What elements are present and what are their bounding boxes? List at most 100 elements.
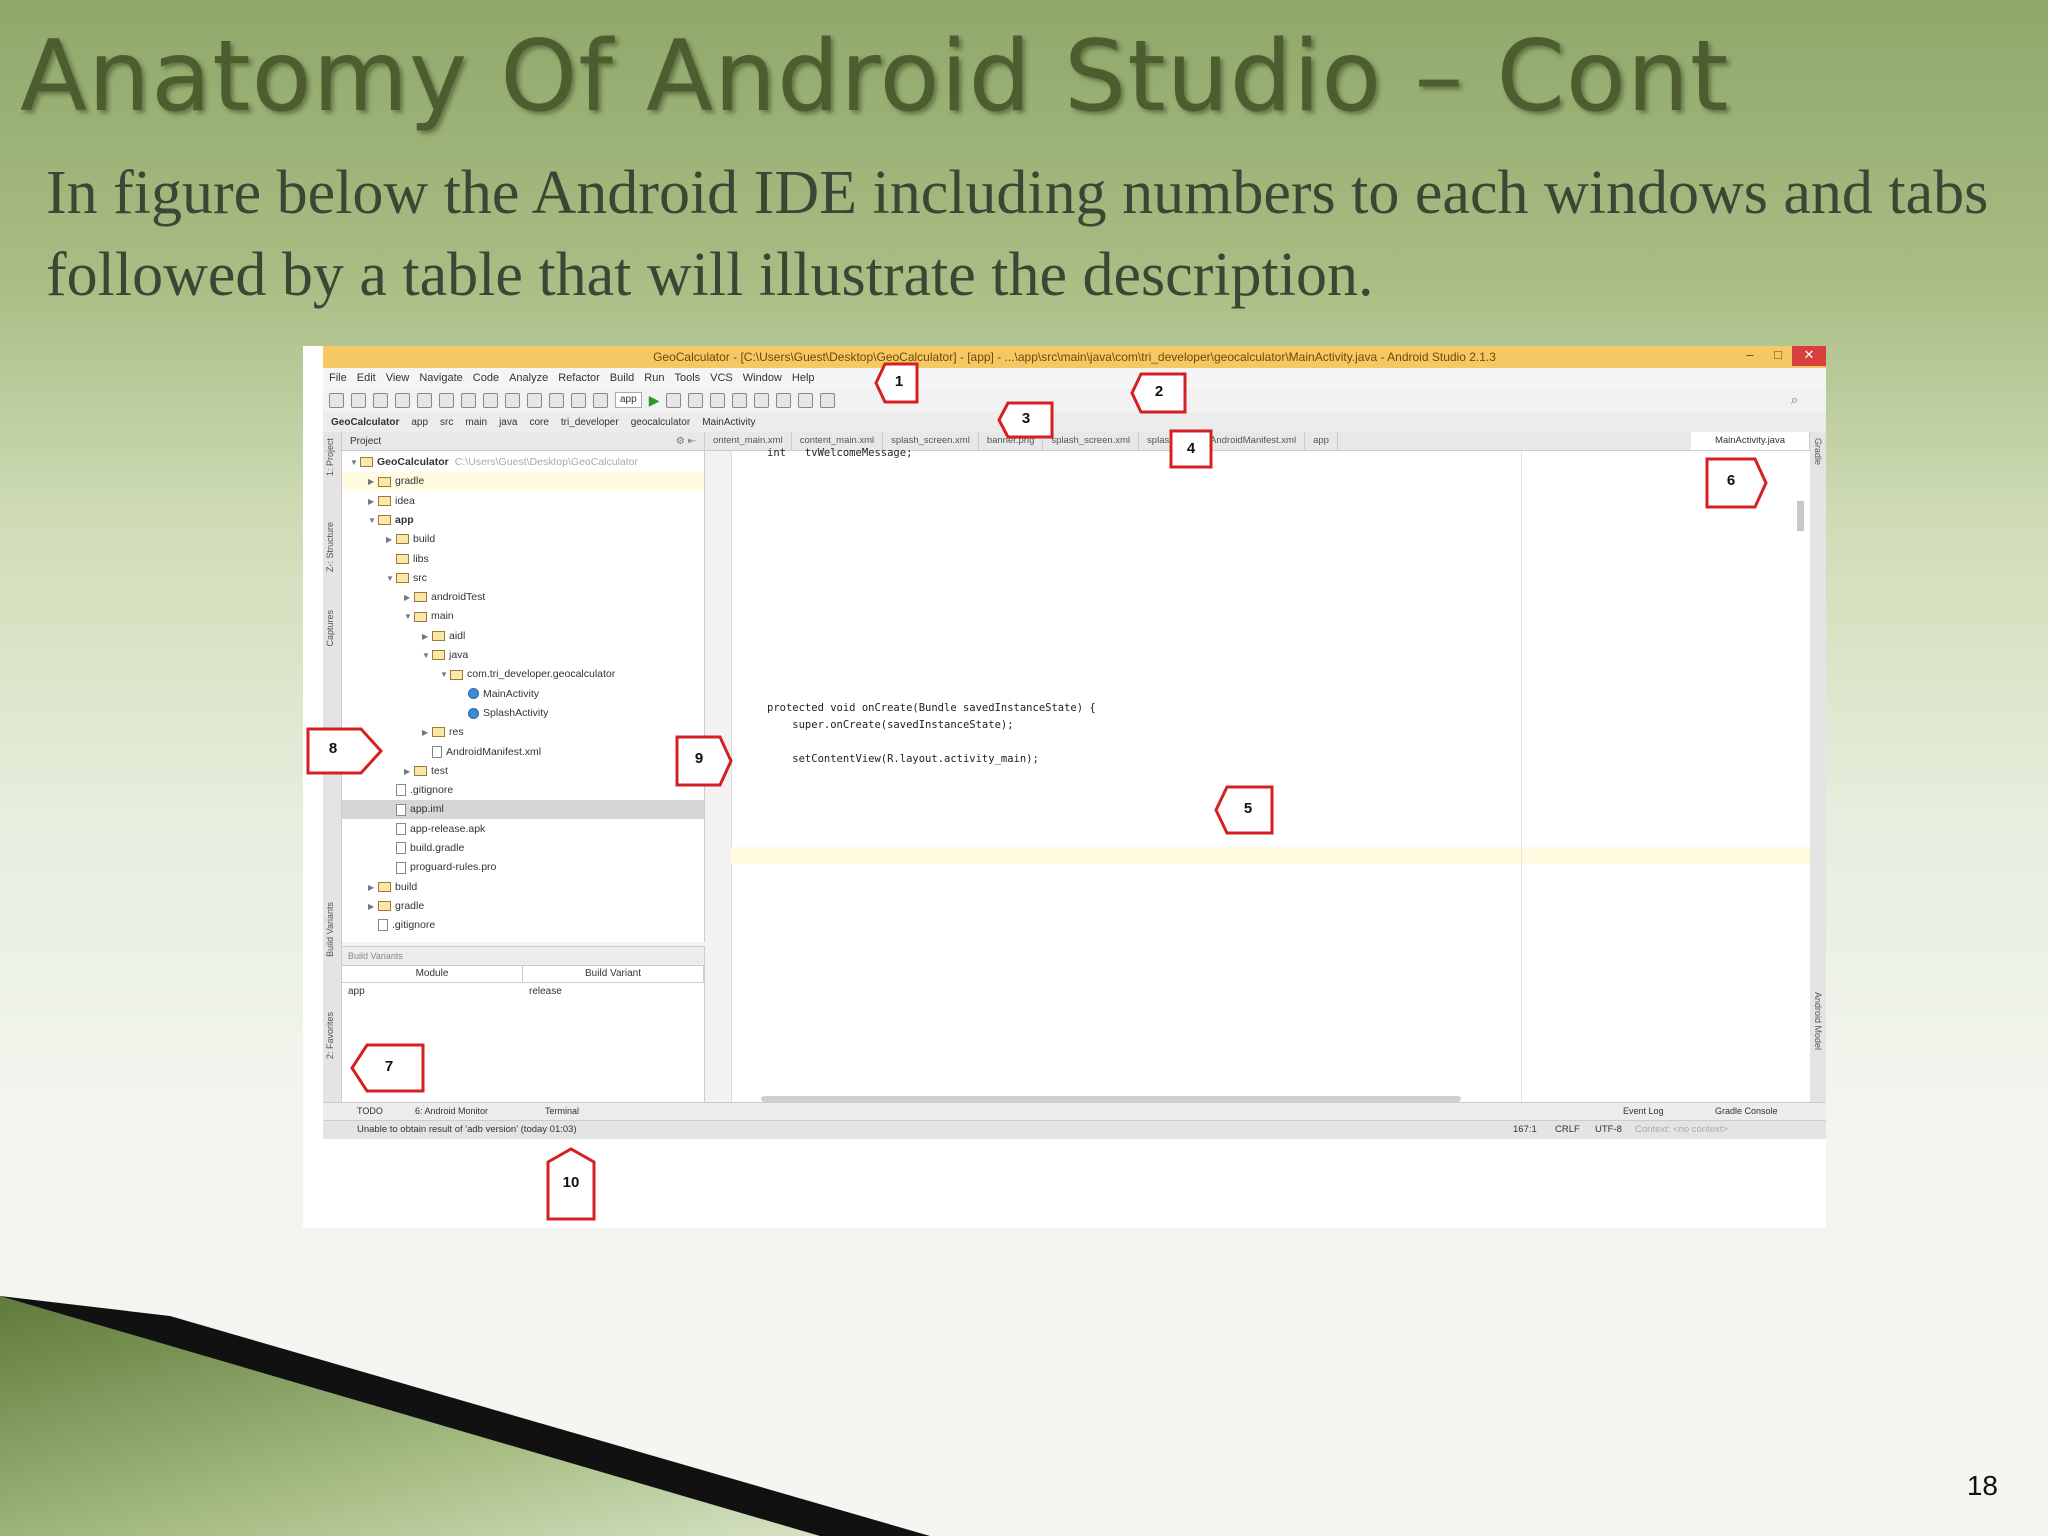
- tool-tab-gradle[interactable]: Gradle: [1813, 438, 1823, 465]
- breadcrumb-src[interactable]: src: [440, 417, 453, 428]
- tree-item[interactable]: ▼ com.tri_developer.geocalculator: [342, 665, 704, 684]
- breadcrumb-project[interactable]: GeoCalculator: [331, 417, 399, 428]
- variant-cell[interactable]: release: [523, 983, 704, 1001]
- search-icon[interactable]: ⌕: [1791, 392, 1798, 408]
- tree-item[interactable]: ▶ res: [342, 723, 704, 742]
- tree-item[interactable]: ▼ java: [342, 646, 704, 665]
- editor-tab[interactable]: AndroidManifest.xml: [1202, 432, 1306, 450]
- tree-item[interactable]: ▶ build: [342, 530, 704, 549]
- menu-refactor[interactable]: Refactor: [558, 372, 600, 384]
- stop-icon[interactable]: [710, 392, 726, 408]
- paste-icon[interactable]: [483, 392, 498, 408]
- status-encoding[interactable]: UTF-8: [1595, 1124, 1622, 1135]
- debug-icon[interactable]: [666, 392, 682, 408]
- menu-tools[interactable]: Tools: [674, 372, 700, 384]
- tree-item[interactable]: .gitignore: [342, 781, 704, 800]
- expand-arrow-icon[interactable]: ▼: [440, 665, 450, 684]
- tree-item[interactable]: .gitignore: [342, 916, 704, 935]
- status-line-separator[interactable]: CRLF: [1555, 1124, 1580, 1135]
- run-config-select[interactable]: app: [615, 392, 642, 408]
- expand-arrow-icon[interactable]: ▼: [386, 569, 396, 588]
- breadcrumb-main[interactable]: main: [465, 417, 487, 428]
- sync-icon[interactable]: [373, 392, 388, 408]
- attach-icon[interactable]: [688, 392, 704, 408]
- expand-arrow-icon[interactable]: ▶: [404, 588, 414, 607]
- close-button[interactable]: ✕: [1792, 346, 1826, 366]
- tree-item[interactable]: ▼ src: [342, 569, 704, 588]
- vertical-scrollbar[interactable]: [1797, 501, 1804, 531]
- menu-edit[interactable]: Edit: [357, 372, 376, 384]
- breadcrumb-tri-developer[interactable]: tri_developer: [561, 417, 619, 428]
- tree-item[interactable]: ▶ idea: [342, 492, 704, 511]
- tree-item[interactable]: ▶ build: [342, 878, 704, 897]
- tree-item[interactable]: proguard-rules.pro: [342, 858, 704, 877]
- breadcrumb-geocalculator[interactable]: geocalculator: [631, 417, 690, 428]
- tool-tab-structure[interactable]: Z-: Structure: [325, 522, 335, 572]
- menu-window[interactable]: Window: [743, 372, 782, 384]
- tool-tab-event-log[interactable]: Event Log: [1623, 1106, 1664, 1116]
- menu-analyze[interactable]: Analyze: [509, 372, 548, 384]
- build-variant-row[interactable]: app release: [342, 983, 704, 1001]
- expand-arrow-icon[interactable]: ▼: [404, 607, 414, 626]
- tool-tab-terminal[interactable]: Terminal: [545, 1106, 579, 1116]
- tree-item[interactable]: ▶ androidTest: [342, 588, 704, 607]
- run-icon[interactable]: ▶: [649, 392, 660, 409]
- replace-icon[interactable]: [527, 392, 542, 408]
- tree-item[interactable]: ▼ GeoCalculator C:\Users\Guest\Desktop\Geo…: [342, 453, 704, 472]
- tree-item[interactable]: build.gradle: [342, 839, 704, 858]
- menu-code[interactable]: Code: [473, 372, 499, 384]
- tree-item[interactable]: app-release.apk: [342, 820, 704, 839]
- breadcrumb-mainactivity[interactable]: MainActivity: [702, 417, 755, 428]
- tool-tab-favorites[interactable]: 2: Favorites: [325, 1012, 335, 1059]
- back-icon[interactable]: [549, 392, 564, 408]
- tree-item[interactable]: ▶ test: [342, 762, 704, 781]
- minimize-button[interactable]: –: [1736, 346, 1764, 366]
- help-icon[interactable]: [820, 392, 836, 408]
- expand-arrow-icon[interactable]: ▶: [404, 762, 414, 781]
- editor-tab[interactable]: splash_screen.xml: [1043, 432, 1140, 450]
- tool-tab-project[interactable]: 1: Project: [325, 438, 335, 476]
- expand-arrow-icon[interactable]: ▶: [368, 878, 378, 897]
- menu-help[interactable]: Help: [792, 372, 815, 384]
- tree-item[interactable]: ▼ app: [342, 511, 704, 530]
- editor-tab[interactable]: app: [1305, 432, 1338, 450]
- expand-arrow-icon[interactable]: ▼: [422, 646, 432, 665]
- expand-arrow-icon[interactable]: ▶: [422, 723, 432, 742]
- tree-item[interactable]: ▶ aidl: [342, 627, 704, 646]
- tree-item[interactable]: ▶ gradle: [342, 472, 704, 492]
- make-icon[interactable]: [593, 392, 608, 408]
- expand-arrow-icon[interactable]: ▼: [350, 453, 360, 472]
- breadcrumb-app[interactable]: app: [411, 417, 428, 428]
- copy-icon[interactable]: [461, 392, 476, 408]
- menu-view[interactable]: View: [386, 372, 410, 384]
- save-icon[interactable]: [351, 392, 366, 408]
- tool-tab-android-monitor[interactable]: 6: Android Monitor: [415, 1106, 488, 1116]
- tool-tab-todo[interactable]: TODO: [357, 1106, 383, 1116]
- breadcrumb-core[interactable]: core: [529, 417, 548, 428]
- panel-settings-icon[interactable]: ⚙ ⇤: [676, 436, 696, 447]
- open-icon[interactable]: [329, 392, 344, 408]
- code-area[interactable]: int tvWelcomeMessage; protected void onCr…: [731, 447, 1810, 1102]
- project-view-select[interactable]: Project: [350, 436, 381, 447]
- tree-item[interactable]: ▼ main: [342, 607, 704, 626]
- tool-tab-gradle-console[interactable]: Gradle Console: [1715, 1106, 1778, 1116]
- tree-item[interactable]: libs: [342, 550, 704, 569]
- menu-vcs[interactable]: VCS: [710, 372, 733, 384]
- find-icon[interactable]: [505, 392, 520, 408]
- expand-arrow-icon[interactable]: ▼: [368, 511, 378, 530]
- expand-arrow-icon[interactable]: ▶: [422, 627, 432, 646]
- expand-arrow-icon[interactable]: ▶: [368, 492, 378, 511]
- tree-item[interactable]: MainActivity: [342, 685, 704, 704]
- menu-build[interactable]: Build: [610, 372, 634, 384]
- tool-tab-captures[interactable]: Captures: [325, 610, 335, 647]
- android-device-monitor-icon[interactable]: [798, 392, 814, 408]
- expand-arrow-icon[interactable]: ▶: [386, 530, 396, 549]
- sync-gradle-icon[interactable]: [732, 392, 748, 408]
- breadcrumb-java[interactable]: java: [499, 417, 517, 428]
- menu-navigate[interactable]: Navigate: [419, 372, 462, 384]
- status-position[interactable]: 167:1: [1513, 1124, 1537, 1135]
- forward-icon[interactable]: [571, 392, 586, 408]
- tool-tab-build-variants[interactable]: Build Variants: [325, 902, 335, 957]
- tree-item[interactable]: AndroidManifest.xml: [342, 743, 704, 762]
- tree-item[interactable]: ▶ gradle: [342, 897, 704, 916]
